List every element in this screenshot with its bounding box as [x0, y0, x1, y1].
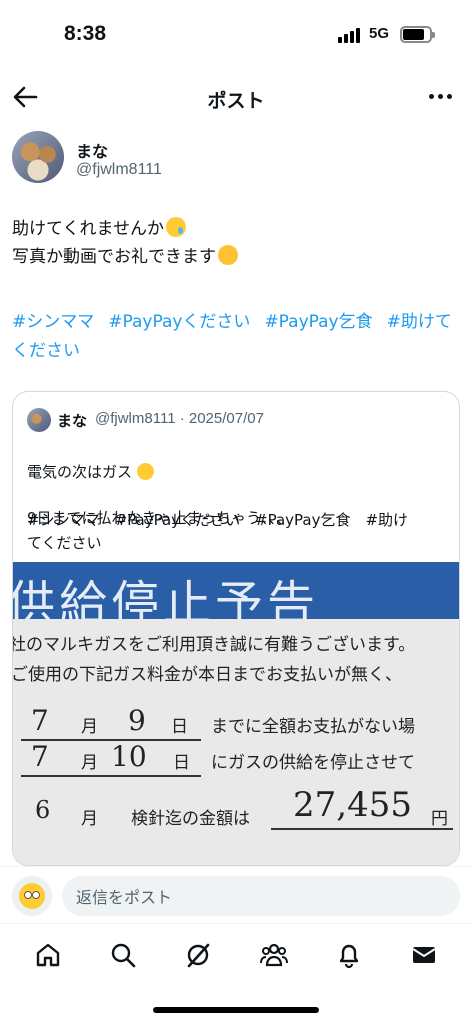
crying-face-icon: [165, 217, 186, 237]
post-text-line2: 写真か動画でお礼できます: [12, 247, 216, 267]
notice-banner: 供給停止予告: [13, 562, 459, 619]
post-text: 助けてくれませんか 写真か動画でお礼できます: [12, 215, 238, 271]
post-text-line1: 助けてくれませんか: [12, 219, 164, 239]
status-time: 8:38: [64, 22, 107, 45]
author-avatar[interactable]: [12, 131, 64, 183]
quoted-author-avatar: [27, 408, 51, 432]
top-header: ポスト: [0, 78, 472, 118]
messages-icon[interactable]: [404, 935, 444, 975]
page-title: ポスト: [207, 90, 265, 112]
row2-unit: 月: [81, 753, 98, 773]
quoted-post[interactable]: まな @fjwlm8111 · 2025/07/07 電気の次はガス 9 日 までに…: [12, 391, 460, 866]
battery-icon: [400, 26, 435, 43]
more-dots-icon[interactable]: [429, 94, 452, 99]
status-bar: 8:38 5G: [0, 0, 472, 70]
hashtag-link[interactable]: #PayPayください: [108, 312, 250, 332]
row1-month: 7: [31, 704, 49, 737]
crying-face-icon: [136, 463, 154, 480]
home-icon[interactable]: [28, 935, 68, 975]
author-handle[interactable]: @fjwlm8111: [76, 161, 162, 179]
row3-month: 6: [35, 796, 51, 824]
network-label: 5G: [369, 25, 390, 42]
row2-day-unit: 日: [173, 753, 190, 773]
row1-unit: 月: [81, 717, 98, 737]
quoted-text-line1: 電気の次はガス: [27, 463, 133, 481]
grok-icon[interactable]: [178, 935, 218, 975]
row2-month: 7: [31, 740, 49, 773]
author-name[interactable]: まな: [76, 138, 108, 162]
reply-input[interactable]: 返信をポスト: [62, 876, 460, 916]
quoted-tags-line2: てください: [27, 534, 102, 552]
communities-icon[interactable]: [254, 935, 294, 975]
bill-amount: 27,455: [293, 785, 412, 825]
quoted-author-name: まな: [57, 412, 88, 430]
notice-banner-text: 供給停止予告: [13, 576, 320, 619]
my-avatar: [12, 876, 52, 916]
persevering-face-icon: [218, 245, 238, 265]
quoted-post-image[interactable]: 供給停止予告 社のマルキガスをご利用頂き誠に有難うございます。 ご使用の下記ガス…: [13, 562, 459, 865]
amount-unit: 円: [431, 809, 448, 829]
rolling-eyes-icon: [19, 883, 45, 909]
row1-day-unit: 日: [171, 717, 188, 737]
row1-text: までに全額お支払がない場: [211, 717, 415, 737]
notice-line2: ご使用の下記ガス料金が本日までお支払いが無く、: [13, 665, 402, 685]
quoted-post-hashtags: #シンママ #PayPayください #PayPay乞食 #助け てください: [27, 509, 447, 555]
search-icon[interactable]: [103, 935, 143, 975]
post-hashtags: #シンママ #PayPayください #PayPay乞食 #助けてください: [12, 308, 460, 366]
row3-unit: 月: [81, 809, 98, 829]
row2-text: にガスの供給を停止させて: [211, 753, 415, 773]
row3-text: 検針迄の金額は: [131, 809, 250, 829]
row1-day: 9: [128, 704, 146, 737]
row2-day: 10: [111, 740, 147, 773]
signal-icon: [338, 28, 360, 43]
hashtag-link[interactable]: #PayPay乞食: [264, 312, 372, 332]
hashtag-link[interactable]: #シンママ: [12, 312, 94, 332]
notifications-icon[interactable]: [329, 935, 369, 975]
bottom-nav: [0, 923, 472, 985]
home-indicator: [153, 1007, 319, 1013]
notice-line1: 社のマルキガスをご利用頂き誠に有難うございます。: [13, 635, 416, 655]
quoted-post-meta: @fjwlm8111 · 2025/07/07: [95, 410, 264, 427]
quoted-tags-line1: #シンママ #PayPayください #PayPay乞食 #助け: [27, 511, 409, 529]
reply-bar: 返信をポスト: [0, 866, 472, 923]
